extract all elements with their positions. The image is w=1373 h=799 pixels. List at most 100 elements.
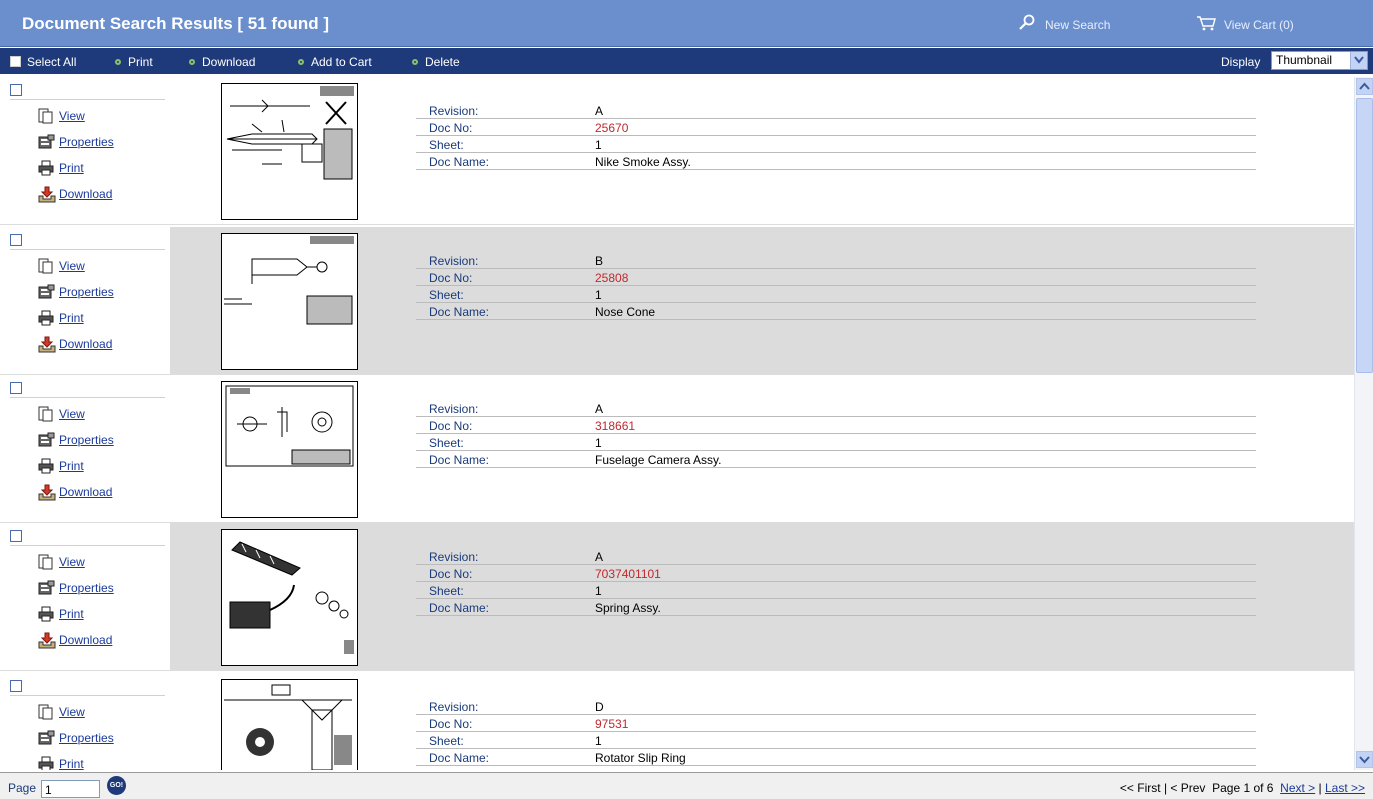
row-select-checkbox[interactable] [10, 234, 22, 246]
view-icon [38, 554, 53, 570]
title-bar: Document Search Results [ 51 found ] New… [0, 0, 1373, 47]
toolbar-print-button[interactable]: Print [115, 55, 153, 69]
divider [0, 224, 1354, 225]
new-search-link[interactable]: New Search [1018, 14, 1110, 32]
revision-value: A [595, 402, 604, 416]
print-link[interactable]: Print [38, 606, 84, 622]
view-link[interactable]: View [38, 108, 85, 124]
view-cart-link[interactable]: View Cart (0) [1196, 16, 1294, 32]
printer-icon [38, 310, 54, 326]
toolbar-download-button[interactable]: Download [189, 55, 255, 69]
printer-icon [38, 458, 54, 474]
view-link[interactable]: View [38, 258, 85, 274]
display-mode-select[interactable]: Thumbnail [1271, 51, 1368, 70]
properties-icon [38, 134, 55, 149]
download-link[interactable]: Download [38, 336, 112, 353]
document-metadata: Revision: D Doc No: 97531 Sheet: 1 Doc Name… [416, 698, 1256, 766]
row-select-checkbox[interactable] [10, 382, 22, 394]
revision-value: D [595, 700, 604, 714]
printer-icon [38, 756, 54, 770]
scroll-down-button[interactable] [1356, 751, 1373, 768]
bullet-icon [189, 59, 195, 65]
revision-value: A [595, 550, 604, 564]
vertical-scrollbar[interactable] [1354, 77, 1373, 770]
revision-value: A [595, 104, 604, 118]
document-thumbnail[interactable] [221, 529, 358, 666]
result-row: View Properties Print Download Revision:… [0, 227, 1354, 375]
download-icon [38, 632, 56, 649]
view-link[interactable]: View [38, 704, 85, 720]
document-thumbnail[interactable] [221, 83, 358, 220]
pager-links: << First | < Prev Page 1 of 6 Next > | L… [1119, 781, 1365, 795]
scroll-up-button[interactable] [1356, 78, 1373, 95]
view-icon [38, 258, 53, 274]
page-info: Page 1 of 6 [1212, 781, 1274, 795]
scrollbar-thumb[interactable] [1356, 98, 1373, 373]
doc-name-value: Nose Cone [595, 305, 656, 319]
properties-link[interactable]: Properties [38, 134, 114, 149]
print-link[interactable]: Print [38, 310, 84, 326]
select-all-checkbox[interactable]: Select All [10, 55, 76, 69]
view-link[interactable]: View [38, 406, 85, 422]
sheet-value: 1 [595, 734, 602, 748]
properties-link[interactable]: Properties [38, 730, 114, 745]
properties-link[interactable]: Properties [38, 432, 114, 447]
document-thumbnail[interactable] [221, 233, 358, 370]
next-page-link[interactable]: Next > [1280, 781, 1315, 795]
row-select-checkbox[interactable] [10, 680, 22, 692]
result-row: View Properties Print Revision: D Doc No:… [0, 673, 1354, 770]
divider [0, 670, 1354, 671]
print-link[interactable]: Print [38, 756, 84, 770]
sheet-value: 1 [595, 584, 602, 598]
view-icon [38, 108, 53, 124]
document-metadata: Revision: A Doc No: 7037401101 Sheet: 1 Doc… [416, 548, 1256, 616]
view-link[interactable]: View [38, 554, 85, 570]
search-icon [1019, 14, 1035, 30]
properties-icon [38, 580, 55, 595]
toolbar-add-to-cart-button[interactable]: Add to Cart [298, 55, 372, 69]
print-link[interactable]: Print [38, 160, 84, 176]
chevron-down-icon [1359, 756, 1370, 764]
download-icon [38, 336, 56, 353]
printer-icon [38, 606, 54, 622]
download-link[interactable]: Download [38, 484, 112, 501]
document-thumbnail[interactable] [221, 679, 358, 770]
print-link[interactable]: Print [38, 458, 84, 474]
action-toolbar: Select All Print Download Add to Cart De… [0, 48, 1373, 74]
page-title: Document Search Results [ 51 found ] [22, 14, 329, 33]
toolbar-delete-button[interactable]: Delete [412, 55, 460, 69]
cart-icon [1197, 16, 1216, 31]
document-thumbnail[interactable] [221, 381, 358, 518]
divider [10, 249, 165, 250]
divider [10, 545, 165, 546]
download-link[interactable]: Download [38, 632, 112, 649]
prev-page-link[interactable]: < Prev [1170, 781, 1205, 795]
properties-icon [38, 730, 55, 745]
checkbox-icon [10, 56, 21, 67]
results-list: View Properties Print Download Revision:… [0, 77, 1354, 770]
result-row: View Properties Print Download Revision:… [0, 77, 1354, 225]
row-select-checkbox[interactable] [10, 84, 22, 96]
pagination-bar: Page 1 GO! << First | < Prev Page 1 of 6… [0, 772, 1373, 799]
doc-no-value: 7037401101 [595, 567, 661, 581]
download-icon [38, 484, 56, 501]
divider [10, 397, 165, 398]
properties-link[interactable]: Properties [38, 284, 114, 299]
doc-no-value: 318661 [595, 419, 636, 433]
go-button[interactable]: GO! [107, 776, 126, 795]
revision-value: B [595, 254, 604, 268]
page-label: Page [8, 781, 37, 795]
row-select-checkbox[interactable] [10, 530, 22, 542]
doc-name-value: Rotator Slip Ring [595, 751, 686, 765]
divider [10, 99, 165, 100]
properties-link[interactable]: Properties [38, 580, 114, 595]
last-page-link[interactable]: Last >> [1325, 781, 1365, 795]
chevron-down-icon [1350, 52, 1367, 69]
first-page-link[interactable]: << First [1120, 781, 1161, 795]
download-link[interactable]: Download [38, 186, 112, 203]
bullet-icon [115, 59, 121, 65]
sheet-value: 1 [595, 138, 602, 152]
doc-no-value: 97531 [595, 717, 629, 731]
page-number-input[interactable]: 1 [41, 780, 100, 798]
divider [10, 695, 165, 696]
